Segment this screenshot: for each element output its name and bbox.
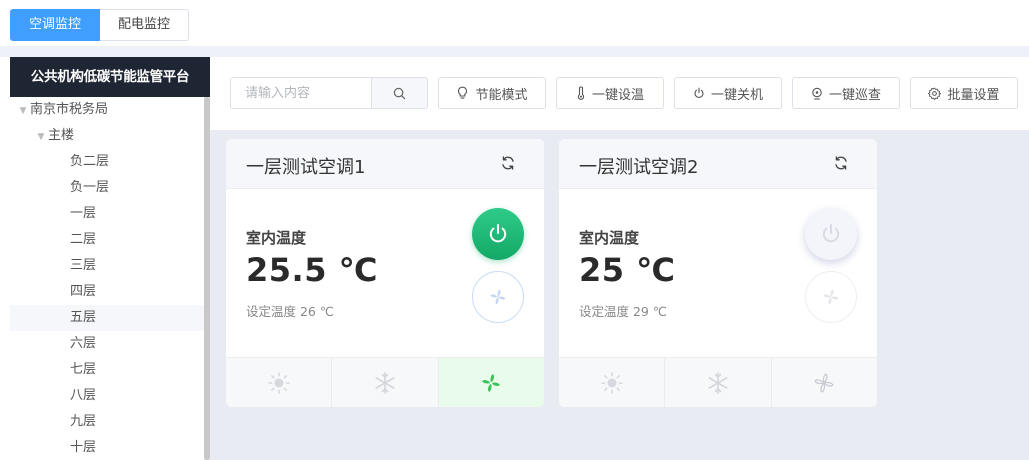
tree-node-floor[interactable]: 负一层 [10,175,210,201]
mode-selector [226,357,544,407]
patrol-button[interactable]: 一键巡查 [792,77,900,109]
fan-icon [823,289,839,305]
ac-card: 一层测试空调1 室内温度 25.5 ℃ 设定温度 26 ℃ [226,139,544,407]
building-tree: ▼ 南京市税务局 ▼ 主楼 负二层 负一层 一层 二层 三层 四层 五层 六层 七层… [10,97,210,460]
set-temp-label: 一键设温 [591,87,644,103]
tree-node-floor-selected[interactable]: 五层 [10,305,210,331]
indoor-temp-value: 25.5 ℃ [246,251,378,289]
top-divider-strip [0,46,1029,57]
fan-speed-button[interactable] [805,271,857,323]
fan-icon [814,372,835,393]
batch-settings-label: 批量设置 [947,87,1000,103]
indoor-temp-value: 25 ℃ [579,251,676,289]
fan-icon [482,373,501,392]
power-toggle-button[interactable] [805,208,857,260]
tab-ac-monitor[interactable]: 空调监控 [10,9,101,41]
sidebar: 公共机构低碳节能监管平台 ▼ 南京市税务局 ▼ 主楼 负二层 负一层 一层 二层 三… [10,57,210,460]
card-header: 一层测试空调1 [226,139,544,189]
sun-icon [600,371,623,394]
set-temp-text: 设定温度 29 ℃ [579,304,667,319]
card-body: 室内温度 25.5 ℃ 设定温度 26 ℃ [226,189,544,357]
snowflake-icon [375,371,395,394]
thermometer-icon [577,86,585,100]
card-body: 室内温度 25 ℃ 设定温度 29 ℃ [559,189,877,357]
tree-node-floor[interactable]: 九层 [10,409,210,435]
device-card-area: 一层测试空调1 室内温度 25.5 ℃ 设定温度 26 ℃ 一层测试空调2 室内… [210,130,1029,460]
tree-node-bureau[interactable]: ▼ 南京市税务局 [10,97,210,123]
tree-node-floor[interactable]: 一层 [10,201,210,227]
tab-power-monitor[interactable]: 配电监控 [100,9,190,41]
shutdown-label: 一键关机 [710,87,763,103]
fan-icon [490,289,506,305]
power-icon [694,87,704,98]
search-input[interactable] [231,78,371,108]
mode-heat-button[interactable] [559,358,666,407]
toolbar: 节能模式 一键设温 一键关机 一键巡查 批量设置 [210,57,1029,130]
tree-node-floor[interactable]: 三层 [10,253,210,279]
caret-down-icon[interactable]: ▼ [16,98,30,124]
energy-mode-button[interactable]: 节能模式 [438,77,546,109]
sun-icon [267,371,290,394]
snowflake-icon [708,371,728,394]
energy-mode-label: 节能模式 [475,87,528,103]
search-icon [393,87,406,99]
tree-node-label: 南京市税务局 [30,102,109,117]
mode-selector [559,357,877,407]
mode-heat-button[interactable] [226,358,333,407]
refresh-icon[interactable] [833,155,849,171]
card-title: 一层测试空调1 [246,157,366,178]
platform-title: 公共机构低碳节能监管平台 [10,57,210,97]
indoor-temp-label: 室内温度 [579,229,640,247]
tree-node-floor[interactable]: 四层 [10,279,210,305]
power-icon [489,224,507,243]
tree-node-label: 主楼 [48,128,75,143]
tree-node-floor[interactable]: 负二层 [10,149,210,175]
tree-node-floor[interactable]: 十层 [10,435,210,460]
ac-card: 一层测试空调2 室内温度 25 ℃ 设定温度 29 ℃ [559,139,877,407]
patrol-label: 一键巡查 [828,87,881,103]
mode-fan-button[interactable] [438,358,544,407]
tree-node-floor[interactable]: 六层 [10,331,210,357]
indoor-temp-label: 室内温度 [246,229,307,247]
power-toggle-button[interactable] [472,208,524,260]
gear-icon [928,86,942,100]
set-temp-button[interactable]: 一键设温 [556,77,664,109]
set-temp-text: 设定温度 26 ℃ [246,304,334,319]
refresh-icon[interactable] [500,155,516,171]
mode-cool-button[interactable] [665,358,772,407]
tree-node-floor[interactable]: 七层 [10,357,210,383]
caret-down-icon[interactable]: ▼ [34,124,48,150]
tree-node-main-building[interactable]: ▼ 主楼 [10,123,210,149]
search-button[interactable] [371,78,427,108]
card-header: 一层测试空调2 [559,139,877,189]
location-icon [812,87,822,100]
tree-node-floor[interactable]: 八层 [10,383,210,409]
card-title: 一层测试空调2 [579,157,699,178]
mode-fan-button[interactable] [771,358,877,407]
top-tab-bar: 空调监控 配电监控 [10,9,190,41]
power-icon [822,224,840,243]
mode-cool-button[interactable] [332,358,439,407]
fan-speed-button[interactable] [472,271,524,323]
batch-settings-button[interactable]: 批量设置 [910,77,1018,109]
tree-node-floor[interactable]: 二层 [10,227,210,253]
search-box [230,77,428,109]
lightbulb-icon [458,86,468,99]
shutdown-button[interactable]: 一键关机 [674,77,782,109]
